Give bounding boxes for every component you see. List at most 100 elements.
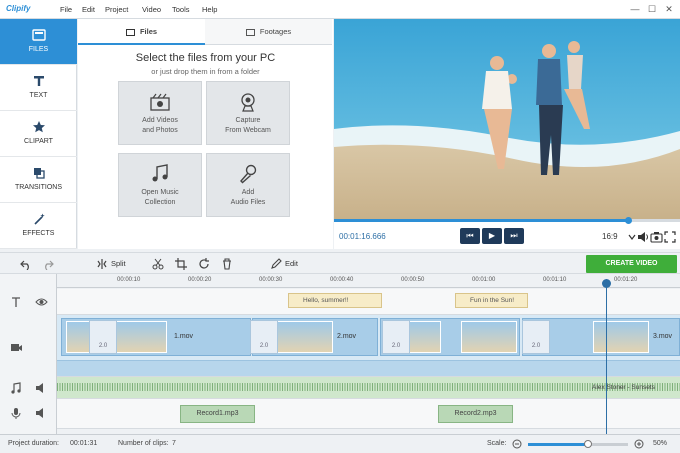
- film-icon: [150, 93, 170, 111]
- ruler-tick-label: 00:01:00: [472, 277, 496, 283]
- zoom-out-icon[interactable]: [512, 439, 522, 449]
- scale-slider[interactable]: [528, 443, 628, 446]
- card-line2: From Webcam: [225, 127, 271, 134]
- aspect-ratio-select[interactable]: 16:9: [602, 232, 618, 241]
- files-panel: Files Footages Select the files from you…: [78, 19, 333, 249]
- sidebar-item-label: TRANSITIONS: [14, 184, 63, 191]
- redo-icon[interactable]: [42, 258, 54, 270]
- track-headers: [0, 274, 57, 434]
- close-button[interactable]: ✕: [662, 3, 676, 15]
- preview-progress-knob[interactable]: [625, 217, 633, 224]
- eye-icon[interactable]: [35, 296, 48, 308]
- maximize-button[interactable]: ☐: [645, 3, 659, 15]
- play-button[interactable]: ▶: [482, 228, 502, 244]
- capture-webcam-card[interactable]: Capture From Webcam: [206, 81, 290, 145]
- menu-edit[interactable]: Edit: [82, 5, 95, 14]
- film-strip-icon: [245, 28, 255, 36]
- sidebar-item-text[interactable]: TEXT: [0, 65, 77, 111]
- clip-thumbnail: [461, 321, 517, 353]
- card-line1: Capture: [235, 117, 261, 124]
- menu-help[interactable]: Help: [202, 5, 217, 14]
- music-track-icon: [11, 382, 21, 394]
- wand-icon: [33, 213, 45, 225]
- voice-clip[interactable]: Record2.mp3: [438, 405, 513, 423]
- crop-icon[interactable]: [175, 258, 187, 270]
- music-icon: [152, 164, 168, 182]
- microphone-icon: [240, 164, 257, 184]
- speaker-icon[interactable]: [35, 382, 47, 394]
- caption-clip[interactable]: Hello, summer!!: [288, 293, 382, 308]
- transition-duration: 2.0: [98, 343, 108, 349]
- tab-label: Footages: [259, 27, 292, 36]
- title-bar: Clipify File Edit Project Video Tools He…: [0, 0, 680, 19]
- add-videos-card[interactable]: Add Videos and Photos: [118, 81, 202, 145]
- undo-icon[interactable]: [20, 258, 32, 270]
- fullscreen-icon[interactable]: [664, 231, 676, 243]
- zoom-in-icon[interactable]: [634, 439, 644, 449]
- menu-video[interactable]: Video: [142, 5, 161, 14]
- split-icon[interactable]: [96, 258, 108, 270]
- tab-footages[interactable]: Footages: [205, 19, 332, 45]
- open-music-card[interactable]: Open Music Collection: [118, 153, 202, 217]
- music-track-name: Alex Stoner - Sunsets: [592, 384, 655, 391]
- edit-button[interactable]: Edit: [285, 259, 298, 268]
- ruler-tick-label: 00:00:50: [401, 277, 425, 283]
- tab-label: Files: [139, 27, 158, 36]
- clips-count-label: Number of clips:: [118, 440, 169, 447]
- ruler-tick-label: 00:00:20: [188, 277, 212, 283]
- next-button[interactable]: ⏭: [504, 228, 524, 244]
- rotate-icon[interactable]: [198, 258, 210, 270]
- clip-thumbnail: [277, 321, 333, 353]
- timeline-ruler[interactable]: 00:00:10 00:00:20 00:00:30 00:00:40 00:00:50…: [57, 274, 680, 288]
- camera-icon[interactable]: [650, 231, 663, 243]
- menu-file[interactable]: File: [60, 5, 72, 14]
- volume-icon[interactable]: [637, 231, 649, 243]
- minimize-button[interactable]: —: [628, 3, 642, 15]
- split-button[interactable]: Split: [111, 259, 126, 268]
- voice-clip[interactable]: Record1.mp3: [180, 405, 255, 423]
- trash-icon[interactable]: [221, 258, 233, 270]
- transition-block[interactable]: 2.0: [522, 320, 550, 354]
- sidebar-item-files[interactable]: FILES: [0, 19, 77, 65]
- video-preview-panel: 00:01:16.666 ⏮ ▶ ⏭ 16:9: [334, 19, 680, 249]
- sidebar-item-transitions[interactable]: TRANSITIONS: [0, 157, 77, 203]
- video-frame: [334, 19, 680, 219]
- sidebar-item-clipart[interactable]: CLIPART: [0, 111, 77, 157]
- timecode: 00:01:16.666: [339, 232, 386, 241]
- app-logo: Clipify: [6, 4, 31, 13]
- caption-clip[interactable]: Fun in the Sun!: [455, 293, 528, 308]
- video-audio-strip: [57, 360, 680, 376]
- transition-duration: 2.0: [259, 343, 269, 349]
- transition-block[interactable]: 2.0: [250, 320, 278, 354]
- playhead-handle[interactable]: [602, 279, 611, 288]
- previous-button[interactable]: ⏮: [460, 228, 480, 244]
- add-audio-card[interactable]: Add Audio Files: [206, 153, 290, 217]
- playhead[interactable]: [606, 279, 607, 435]
- menu-project[interactable]: Project: [105, 5, 128, 14]
- preview-progress-fill: [334, 219, 629, 222]
- sidebar-item-label: EFFECTS: [22, 230, 55, 237]
- speaker-icon[interactable]: [35, 407, 47, 419]
- clip-thumbnail: [593, 321, 649, 353]
- voice-track: [57, 399, 680, 429]
- tab-files[interactable]: Files: [78, 19, 205, 45]
- clips-count-value: 7: [172, 440, 176, 447]
- create-video-button[interactable]: CREATE VIDEO: [586, 255, 677, 273]
- menu-tools[interactable]: Tools: [172, 5, 190, 14]
- transition-block[interactable]: 2.0: [382, 320, 410, 354]
- project-duration-value: 00:01:31: [70, 440, 98, 447]
- sidebar-item-effects[interactable]: EFFECTS: [0, 203, 77, 249]
- text-track-icon: [12, 297, 20, 307]
- card-line1: Add: [241, 189, 255, 196]
- card-line1: Open Music: [141, 189, 179, 196]
- edit-icon[interactable]: [270, 258, 282, 270]
- scissors-icon[interactable]: [152, 258, 164, 270]
- transition-block[interactable]: 2.0: [89, 320, 117, 354]
- project-duration-label: Project duration:: [8, 440, 59, 447]
- scale-slider-knob[interactable]: [584, 440, 592, 448]
- ruler-tick-label: 00:00:10: [117, 277, 141, 283]
- music-track: [57, 377, 680, 399]
- clip-name: 2.mov: [337, 333, 357, 340]
- status-bar: Project duration: 00:01:31 Number of cli…: [0, 434, 680, 453]
- scale-label: Scale:: [487, 440, 507, 447]
